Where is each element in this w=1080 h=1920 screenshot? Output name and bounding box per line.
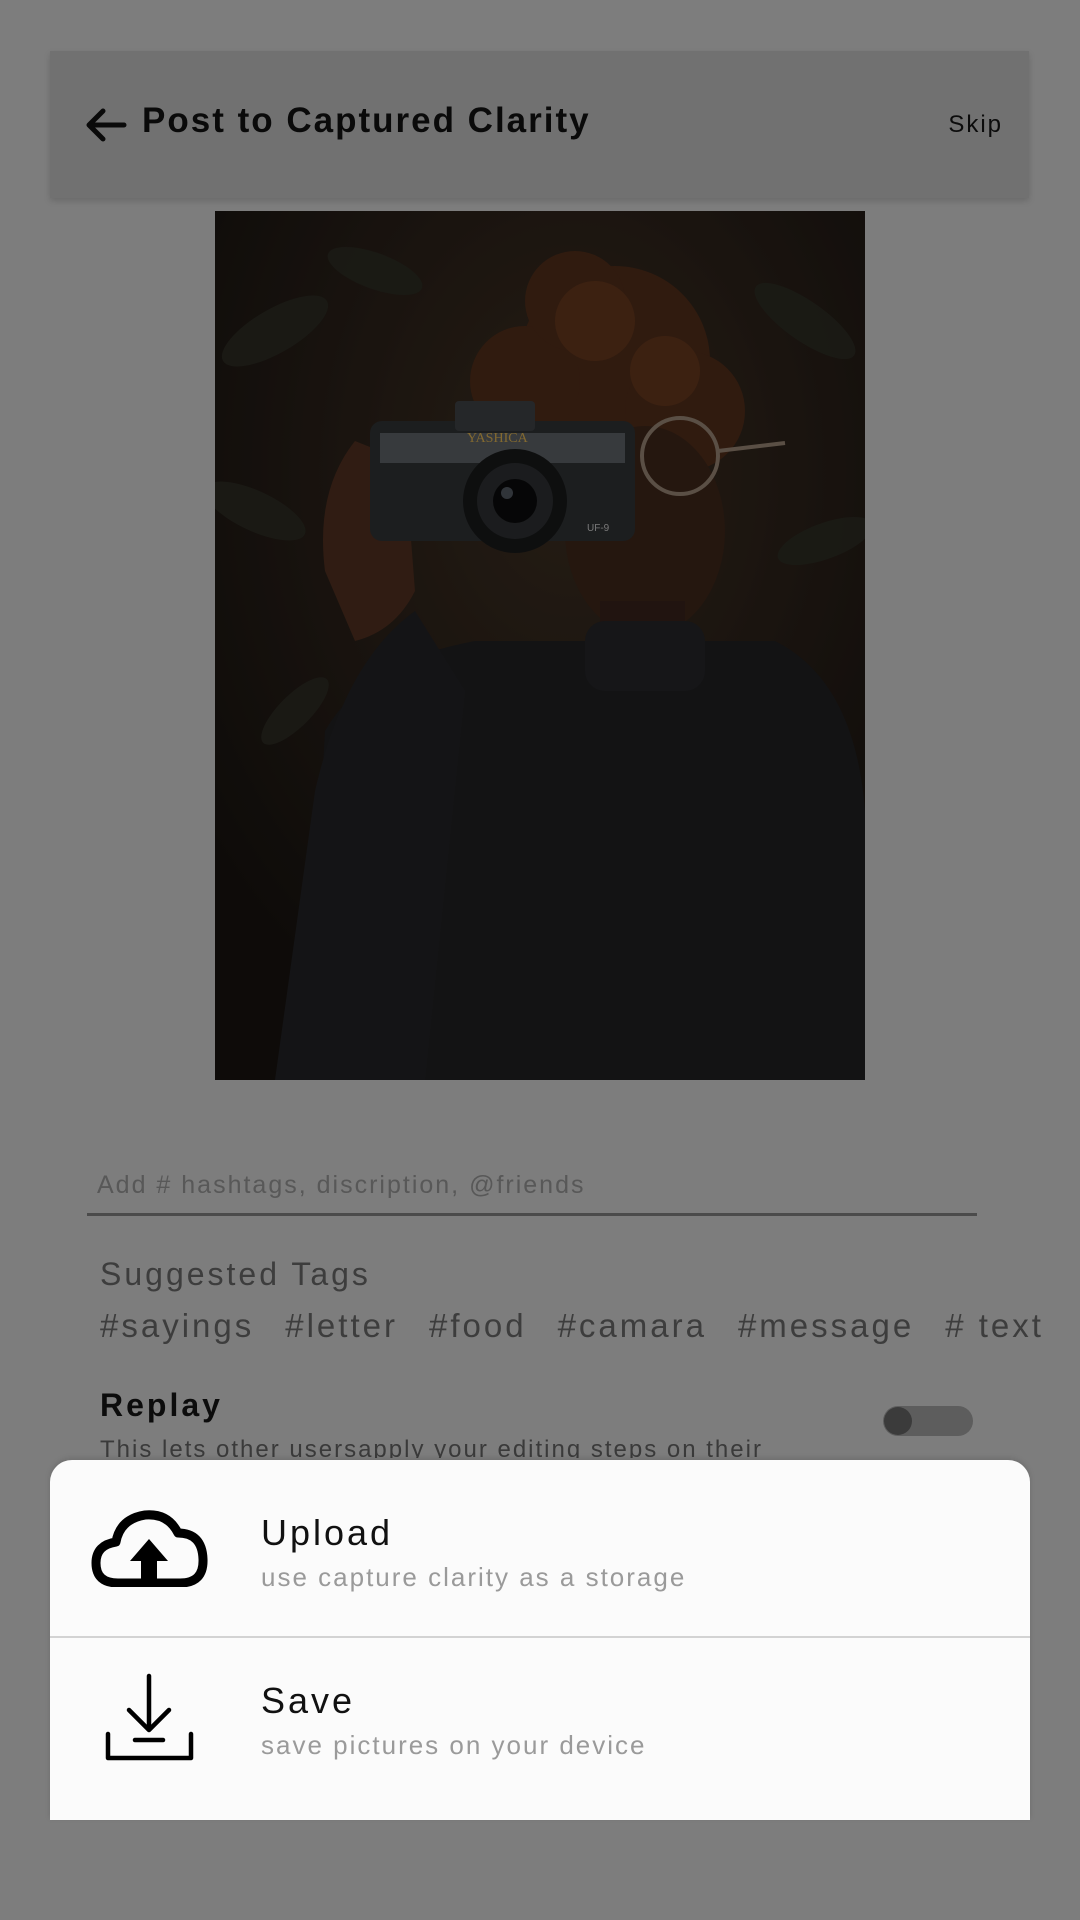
cloud-upload-icon <box>91 1510 208 1587</box>
replay-description: This lets other usersapply your editing … <box>100 1436 763 1458</box>
arrow-left-icon <box>86 108 127 142</box>
toggle-knob <box>884 1407 912 1435</box>
app-header: Post to Captured Clarity Skip <box>50 51 1029 198</box>
tag-chip[interactable]: #food <box>429 1307 527 1345</box>
download-icon <box>105 1673 194 1761</box>
tag-chip[interactable]: #camara <box>558 1307 707 1345</box>
upload-option[interactable]: Upload use capture clarity as a storage <box>50 1460 1030 1636</box>
save-subtitle: save pictures on your device <box>261 1730 647 1760</box>
bottom-sheet: Upload use capture clarity as a storage … <box>50 1460 1030 1820</box>
tag-chip[interactable]: # text <box>945 1307 1044 1345</box>
suggested-tags-list: #sayings #letter #food #camara #message … <box>100 1307 1075 1345</box>
save-option[interactable]: Save save pictures on your device <box>50 1636 1030 1820</box>
upload-subtitle: use capture clarity as a storage <box>261 1562 687 1592</box>
skip-button[interactable]: Skip <box>948 111 1003 139</box>
tag-chip[interactable]: #message <box>738 1307 914 1345</box>
suggested-tags-title: Suggested Tags <box>100 1256 371 1292</box>
caption-input[interactable] <box>87 1158 977 1216</box>
tag-chip[interactable]: #letter <box>285 1307 398 1345</box>
page-title: Post to Captured Clarity <box>142 101 591 140</box>
post-screen: Post to Captured Clarity Skip YASHICA UF… <box>0 0 1080 1920</box>
back-button[interactable] <box>78 97 134 153</box>
upload-title: Upload <box>261 1512 394 1553</box>
post-photo: YASHICA UF-9 <box>215 211 865 1080</box>
save-title: Save <box>261 1680 356 1721</box>
tag-chip[interactable]: #sayings <box>100 1307 254 1345</box>
replay-toggle[interactable] <box>883 1406 973 1436</box>
replay-title: Replay <box>100 1387 223 1423</box>
